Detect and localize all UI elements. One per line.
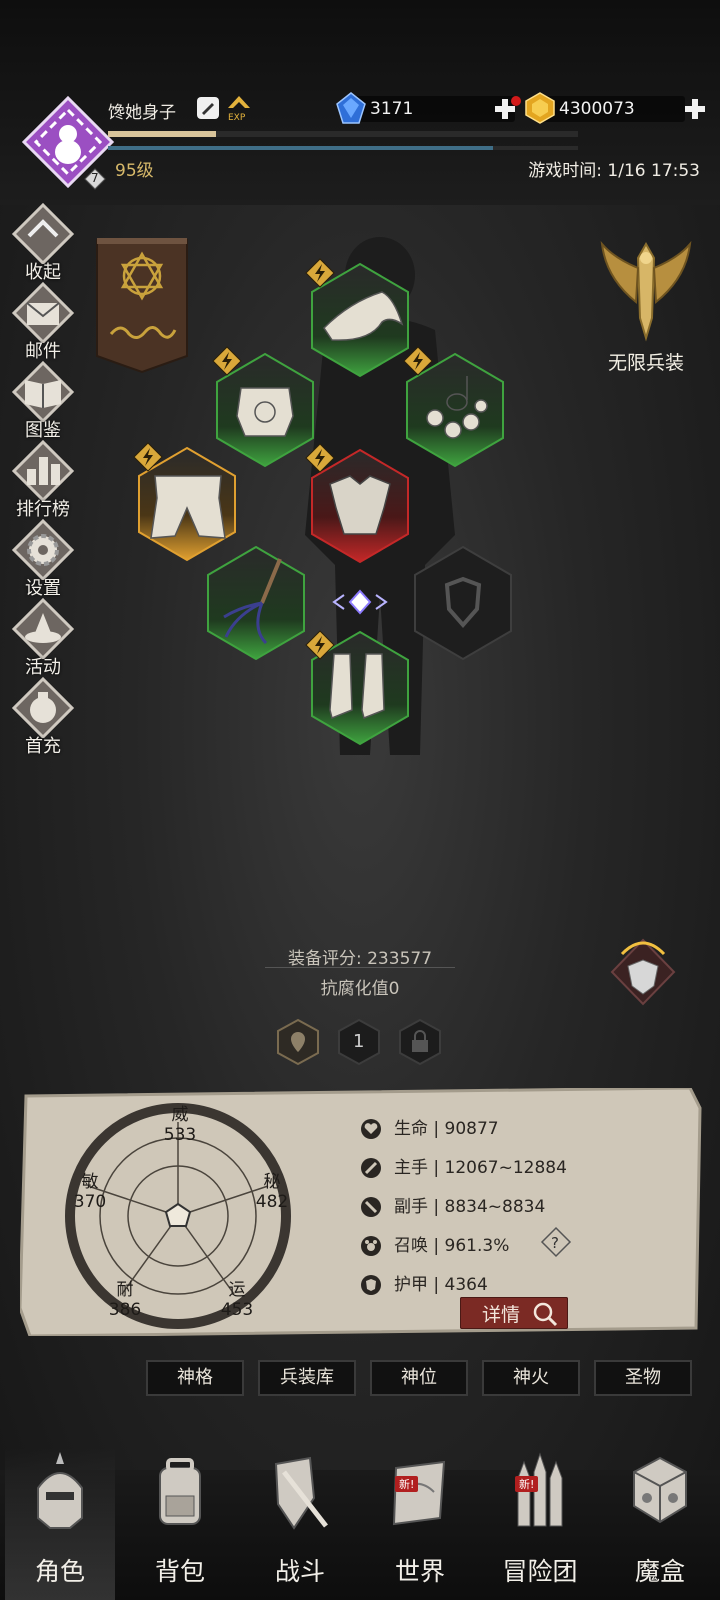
tab-divinity[interactable]: 神格 xyxy=(146,1360,244,1396)
nav-magic-box[interactable]: 魔盒 xyxy=(605,1448,715,1600)
page-number: 1 xyxy=(353,1031,365,1052)
lock-icon xyxy=(412,1040,428,1052)
attr-label: 敏 xyxy=(81,1172,99,1192)
sword-icon xyxy=(361,1158,381,1178)
nav-label: 背包 xyxy=(154,1557,205,1586)
stat-armor: 护甲 | 4364 xyxy=(360,1270,488,1296)
stat-life: 生命 | 90877 xyxy=(360,1114,499,1140)
lightning-badge-icon xyxy=(305,630,335,664)
attr-value: 453 xyxy=(220,1300,254,1320)
details-button[interactable]: 详情 xyxy=(460,1297,568,1329)
helmet-icon xyxy=(37,1452,83,1529)
lightning-badge-icon xyxy=(212,346,242,380)
rank-emblem-icon[interactable] xyxy=(608,932,678,1016)
stat-text: 生命 | 90877 xyxy=(394,1119,499,1139)
lightning-badge-icon xyxy=(305,443,335,477)
backpack-icon xyxy=(159,1458,201,1525)
magnifier-icon xyxy=(533,1302,558,1327)
stat-main-hand: 主手 | 12067~12884 xyxy=(360,1153,567,1179)
nav-label: 世界 xyxy=(394,1557,445,1586)
details-label: 详情 xyxy=(482,1304,521,1326)
nav-world[interactable]: 新! 世界 xyxy=(365,1448,475,1600)
attr-yun: 运 453 xyxy=(207,1280,267,1320)
castle-icon xyxy=(517,1452,563,1527)
locked-tab[interactable] xyxy=(398,1018,442,1066)
nav-adventure-group[interactable]: 新! 冒险团 xyxy=(485,1448,595,1600)
attr-value: 533 xyxy=(163,1125,197,1145)
divider xyxy=(265,967,455,968)
lightning-badge-icon xyxy=(403,346,433,380)
chest-armor-icon xyxy=(236,387,294,437)
attr-value: 482 xyxy=(255,1192,289,1212)
tab-god-rank[interactable]: 神位 xyxy=(370,1360,468,1396)
tab-relic[interactable]: 圣物 xyxy=(594,1360,692,1396)
nav-label: 战斗 xyxy=(274,1557,325,1586)
stat-text: 召唤 | 961.3% xyxy=(394,1236,510,1256)
attr-label: 威 xyxy=(171,1105,189,1125)
summon-help-button[interactable]: ? xyxy=(540,1226,572,1262)
cube-icon xyxy=(633,1456,687,1524)
attr-wei: 威 533 xyxy=(150,1105,210,1145)
new-tag: 新! xyxy=(395,1476,419,1492)
attr-nai: 耐 386 xyxy=(95,1280,155,1320)
nav-label: 魔盒 xyxy=(634,1557,685,1586)
attr-value: 386 xyxy=(108,1300,142,1320)
attr-value: 370 xyxy=(73,1192,107,1212)
nav-label: 冒险团 xyxy=(502,1557,578,1586)
page-tab-1[interactable]: 1 xyxy=(337,1018,381,1066)
attr-label: 运 xyxy=(228,1280,246,1300)
scroll-map-icon xyxy=(392,1460,446,1526)
lightning-badge-icon xyxy=(133,442,163,476)
equipment-slot-weapon[interactable] xyxy=(206,545,306,661)
stat-text: 副手 | 8834~8834 xyxy=(394,1197,546,1217)
attr-label: 耐 xyxy=(116,1280,134,1300)
diamond-arrows-icon xyxy=(332,589,388,615)
stat-text: 主手 | 12067~12884 xyxy=(394,1158,567,1178)
sword-shield-icon xyxy=(274,1456,328,1530)
stat-summon: 召唤 | 961.3% xyxy=(360,1231,509,1257)
svg-text:?: ? xyxy=(551,1234,559,1252)
stat-text: 护甲 | 4364 xyxy=(394,1275,488,1295)
dagger-icon xyxy=(361,1197,381,1217)
armor-icon xyxy=(361,1275,381,1295)
stat-off-hand: 副手 | 8834~8834 xyxy=(360,1192,545,1218)
new-tag: 新! xyxy=(515,1476,539,1492)
location-tab[interactable] xyxy=(276,1018,320,1066)
nav-character[interactable]: 角色 xyxy=(5,1448,115,1600)
nav-backpack[interactable]: 背包 xyxy=(125,1448,235,1600)
attr-label: 秘 xyxy=(263,1172,281,1192)
summon-icon xyxy=(361,1236,381,1256)
tab-armory[interactable]: 兵装库 xyxy=(258,1360,356,1396)
swap-weapon-button[interactable] xyxy=(322,587,398,621)
attr-min: 敏 370 xyxy=(60,1172,120,1212)
equipment-slot-offhand-empty[interactable] xyxy=(413,545,513,661)
tab-divine-fire[interactable]: 神火 xyxy=(482,1360,580,1396)
heart-icon xyxy=(361,1119,381,1139)
attr-mi: 秘 482 xyxy=(242,1172,302,1212)
nav-label: 角色 xyxy=(34,1557,85,1586)
nav-battle[interactable]: 战斗 xyxy=(245,1448,355,1600)
lightning-badge-icon xyxy=(305,258,335,292)
